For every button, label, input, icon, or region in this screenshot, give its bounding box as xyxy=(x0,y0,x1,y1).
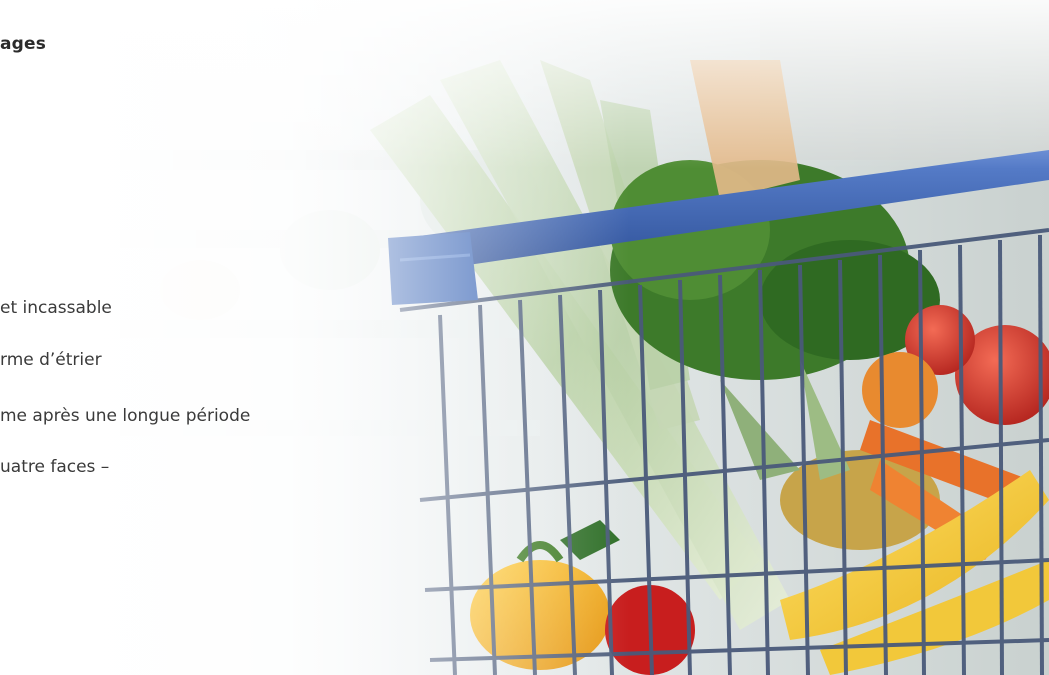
feature-line-4: uatre faces – xyxy=(0,457,110,477)
feature-line-1: et incassable xyxy=(0,298,112,318)
feature-line-3: me après une longue période xyxy=(0,406,251,426)
section-heading: ages xyxy=(0,34,47,54)
overlay-text: ages et incassable rme d’étrier me après… xyxy=(0,0,1049,675)
feature-line-2: rme d’étrier xyxy=(0,350,102,370)
